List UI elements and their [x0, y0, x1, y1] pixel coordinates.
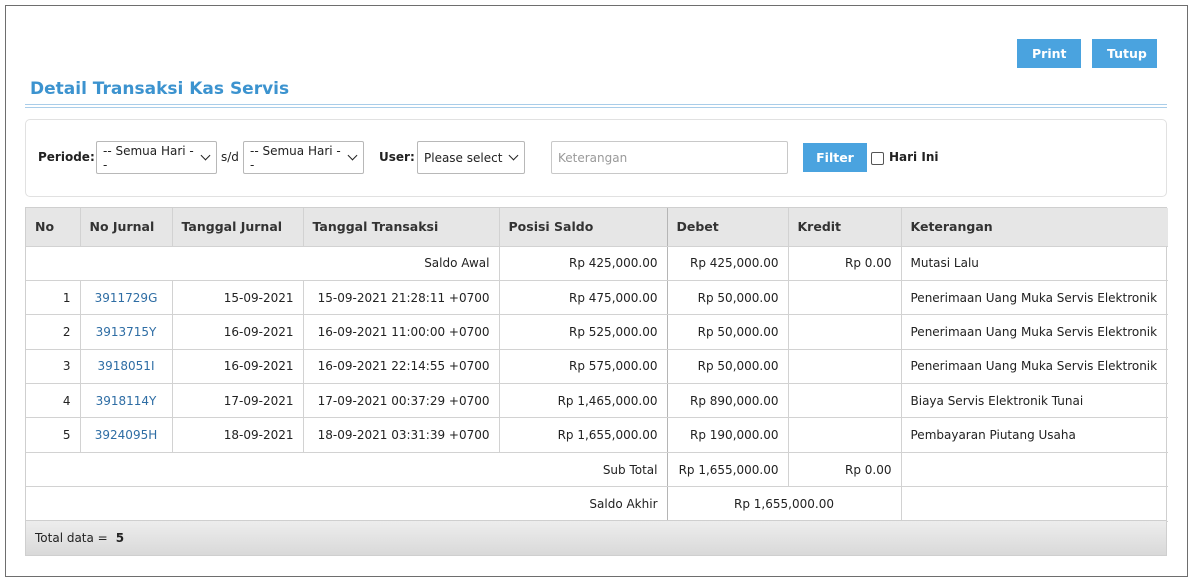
tanggal-jurnal: 17-09-2021: [172, 383, 304, 419]
periode-to-value: -- Semua Hari --: [250, 143, 341, 172]
periode-from-select[interactable]: -- Semua Hari --: [96, 141, 217, 174]
tanggal-jurnal: 15-09-2021: [172, 280, 304, 316]
saldo-awal-label: Saldo Awal: [26, 246, 500, 281]
posisi-saldo: Rp 475,000.00: [499, 280, 668, 316]
chevron-down-icon: [201, 153, 210, 162]
keterangan-input[interactable]: [551, 141, 788, 174]
saldo-akhir-empty: [901, 486, 1168, 522]
sub-total-kredit: Rp 0.00: [788, 452, 902, 488]
saldo-akhir-value: Rp 1,655,000.00: [667, 486, 902, 522]
saldo-awal-row: Saldo Awal Rp 425,000.00 Rp 425,000.00 R…: [26, 246, 1168, 281]
col-header-kredit[interactable]: Kredit: [788, 208, 902, 247]
col-header-posisi-saldo[interactable]: Posisi Saldo: [499, 208, 668, 247]
hari-ini-label: Hari Ini: [889, 150, 939, 164]
kredit: [788, 417, 902, 453]
transaction-table: No No Jurnal Tanggal Jurnal Tanggal Tran…: [26, 208, 1168, 522]
keterangan: Pembayaran Piutang Usaha: [901, 417, 1168, 453]
saldo-akhir-row: Saldo Akhir Rp 1,655,000.00: [26, 486, 1168, 522]
tanggal-jurnal: 16-09-2021: [172, 349, 304, 385]
jurnal-link[interactable]: 3918051I: [80, 349, 173, 385]
keterangan: Penerimaan Uang Muka Servis Elektronik: [901, 314, 1168, 350]
row-no: 2: [26, 314, 81, 350]
saldo-akhir-label: Saldo Akhir: [26, 486, 668, 522]
tanggal-transaksi: 16-09-2021 22:14:55 +0700: [303, 349, 500, 385]
kredit: [788, 349, 902, 385]
chevron-down-icon: [509, 153, 518, 162]
table-header-row: No No Jurnal Tanggal Jurnal Tanggal Tran…: [26, 208, 1168, 247]
debet: Rp 890,000.00: [667, 383, 789, 419]
sub-total-label: Sub Total: [26, 452, 668, 488]
row-no: 4: [26, 383, 81, 419]
posisi-saldo: Rp 1,465,000.00: [499, 383, 668, 419]
debet: Rp 50,000.00: [667, 314, 789, 350]
tanggal-transaksi: 18-09-2021 03:31:39 +0700: [303, 417, 500, 453]
debet: Rp 190,000.00: [667, 417, 789, 453]
kredit: [788, 314, 902, 350]
posisi-saldo: Rp 575,000.00: [499, 349, 668, 385]
debet: Rp 50,000.00: [667, 280, 789, 316]
table-row: 4 3918114Y 17-09-2021 17-09-2021 00:37:2…: [26, 383, 1168, 419]
posisi-saldo: Rp 1,655,000.00: [499, 417, 668, 453]
close-button[interactable]: Tutup: [1092, 39, 1157, 68]
filter-button[interactable]: Filter: [803, 143, 867, 172]
table-row: 1 3911729G 15-09-2021 15-09-2021 21:28:1…: [26, 280, 1168, 316]
hari-ini-checkbox[interactable]: [871, 152, 884, 165]
saldo-awal-kredit: Rp 0.00: [788, 246, 902, 281]
periode-from-value: -- Semua Hari --: [103, 143, 194, 172]
sub-total-debet: Rp 1,655,000.00: [667, 452, 789, 488]
total-data-value: 5: [115, 531, 125, 545]
title-divider: [25, 104, 1167, 108]
report-window: Print Tutup Detail Transaksi Kas Servis …: [5, 5, 1188, 577]
transaction-table-container: No No Jurnal Tanggal Jurnal Tanggal Tran…: [25, 207, 1168, 556]
user-label: User:: [379, 150, 415, 164]
col-header-no[interactable]: No: [26, 208, 81, 247]
col-header-tanggal-transaksi[interactable]: Tanggal Transaksi: [303, 208, 500, 247]
col-header-debet[interactable]: Debet: [667, 208, 789, 247]
top-toolbar: Print Tutup: [1017, 39, 1157, 68]
table-row: 3 3918051I 16-09-2021 16-09-2021 22:14:5…: [26, 349, 1168, 385]
jurnal-link[interactable]: 3924095H: [80, 417, 173, 453]
kredit: [788, 280, 902, 316]
sub-total-row: Sub Total Rp 1,655,000.00 Rp 0.00: [26, 452, 1168, 488]
jurnal-link[interactable]: 3918114Y: [80, 383, 173, 419]
tanggal-transaksi: 17-09-2021 00:37:29 +0700: [303, 383, 500, 419]
page-title: Detail Transaksi Kas Servis: [30, 79, 290, 99]
saldo-awal-keterangan: Mutasi Lalu: [901, 246, 1168, 281]
jurnal-link[interactable]: 3913715Y: [80, 314, 173, 350]
col-header-tanggal-jurnal[interactable]: Tanggal Jurnal: [172, 208, 304, 247]
jurnal-link[interactable]: 3911729G: [80, 280, 173, 316]
row-no: 3: [26, 349, 81, 385]
tanggal-transaksi: 15-09-2021 21:28:11 +0700: [303, 280, 500, 316]
keterangan: Penerimaan Uang Muka Servis Elektronik: [901, 280, 1168, 316]
periode-label: Periode:: [38, 150, 95, 164]
user-select-value: Please select: [424, 150, 503, 165]
saldo-awal-posisi: Rp 425,000.00: [499, 246, 668, 281]
total-data-label: Total data =: [35, 531, 108, 545]
keterangan: Penerimaan Uang Muka Servis Elektronik: [901, 349, 1168, 385]
saldo-awal-debet: Rp 425,000.00: [667, 246, 789, 281]
periode-to-select[interactable]: -- Semua Hari --: [243, 141, 364, 174]
table-row: 2 3913715Y 16-09-2021 16-09-2021 11:00:0…: [26, 314, 1168, 350]
sub-total-empty: [901, 452, 1168, 488]
keterangan: Biaya Servis Elektronik Tunai: [901, 383, 1168, 419]
col-header-keterangan[interactable]: Keterangan: [901, 208, 1168, 247]
print-button[interactable]: Print: [1017, 39, 1081, 68]
chevron-down-icon: [348, 153, 357, 162]
row-no: 1: [26, 280, 81, 316]
user-select[interactable]: Please select: [417, 141, 525, 174]
table-row: 5 3924095H 18-09-2021 18-09-2021 03:31:3…: [26, 417, 1168, 453]
tanggal-jurnal: 18-09-2021: [172, 417, 304, 453]
row-no: 5: [26, 417, 81, 453]
tanggal-jurnal: 16-09-2021: [172, 314, 304, 350]
filter-panel: Periode: -- Semua Hari -- s/d -- Semua H…: [25, 119, 1167, 197]
kredit: [788, 383, 902, 419]
col-header-no-jurnal[interactable]: No Jurnal: [80, 208, 173, 247]
posisi-saldo: Rp 525,000.00: [499, 314, 668, 350]
table-footer: Total data = 5: [26, 520, 1166, 555]
tanggal-transaksi: 16-09-2021 11:00:00 +0700: [303, 314, 500, 350]
sd-label: s/d: [221, 150, 239, 164]
debet: Rp 50,000.00: [667, 349, 789, 385]
